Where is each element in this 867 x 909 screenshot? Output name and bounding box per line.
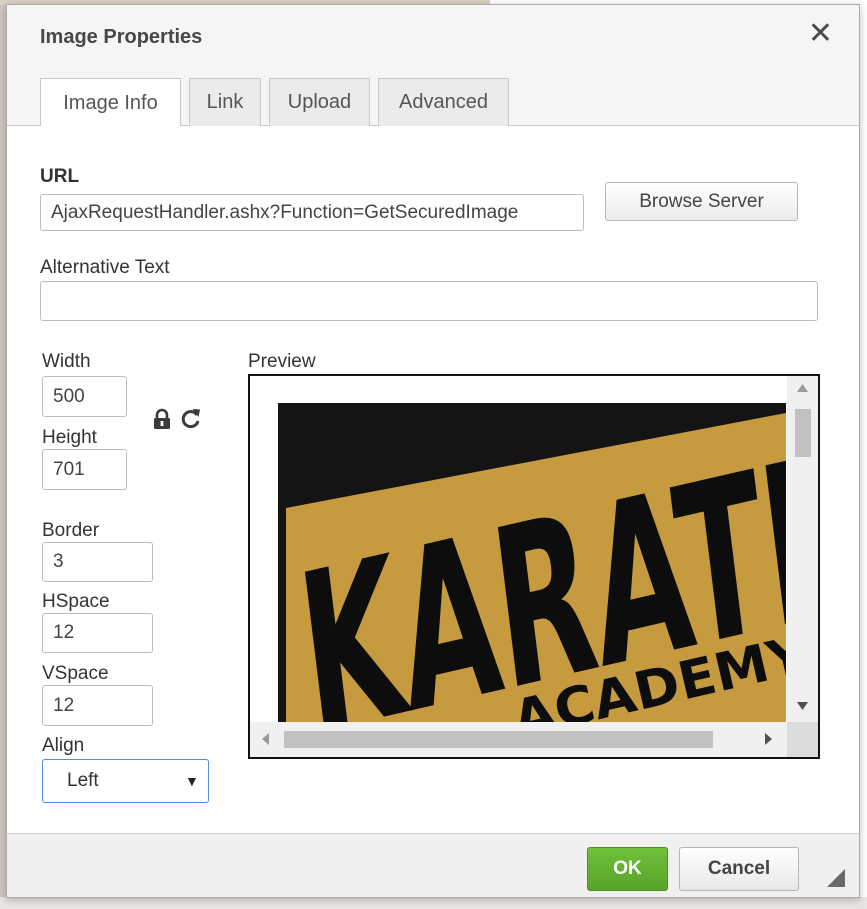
url-label: URL: [40, 166, 80, 187]
image-properties-dialog: Image Properties ✕ Image Info Link Uploa…: [6, 4, 860, 898]
close-icon[interactable]: ✕: [808, 19, 833, 49]
backdrop-bottom: [0, 897, 867, 909]
hspace-field[interactable]: 12: [42, 613, 153, 653]
tab-bar: Image Info Link Upload Advanced: [7, 68, 859, 127]
dialog-footer: OK Cancel: [7, 833, 859, 897]
lock-icon[interactable]: [152, 408, 172, 430]
align-select[interactable]: Left ▼: [42, 759, 209, 803]
tab-upload[interactable]: Upload: [269, 78, 370, 126]
url-field[interactable]: AjaxRequestHandler.ashx?Function=GetSecu…: [40, 194, 584, 231]
tab-advanced[interactable]: Advanced: [378, 78, 509, 126]
reset-size-icon[interactable]: [180, 406, 202, 430]
preview-vertical-scrollbar[interactable]: [787, 376, 818, 722]
align-select-value: Left: [67, 770, 99, 791]
chevron-down-icon: ▼: [185, 773, 199, 789]
tab-link[interactable]: Link: [189, 78, 261, 126]
cancel-button[interactable]: Cancel: [679, 847, 799, 891]
preview-frame[interactable]: KARATE ACADEMY: [248, 374, 820, 759]
scrollbar-corner: [787, 722, 818, 757]
image-info-panel: URL AjaxRequestHandler.ashx?Function=Get…: [7, 126, 859, 833]
resize-grip-icon[interactable]: [827, 869, 845, 887]
align-label: Align: [42, 735, 85, 756]
tab-image-info[interactable]: Image Info: [40, 78, 181, 127]
dialog-titlebar[interactable]: Image Properties ✕: [7, 5, 859, 68]
width-label: Width: [42, 351, 91, 372]
vspace-label: VSpace: [42, 663, 109, 684]
border-field[interactable]: 3: [42, 542, 153, 582]
dialog-title: Image Properties: [40, 26, 203, 48]
height-field[interactable]: 701: [42, 449, 127, 490]
hspace-label: HSpace: [42, 591, 110, 612]
width-field[interactable]: 500: [42, 376, 127, 417]
browse-server-button[interactable]: Browse Server: [605, 182, 798, 221]
alt-text-label: Alternative Text: [40, 257, 170, 278]
border-label: Border: [42, 520, 100, 541]
preview-horizontal-scrollbar[interactable]: [250, 722, 787, 757]
ok-button[interactable]: OK: [587, 847, 668, 891]
vspace-field[interactable]: 12: [42, 685, 153, 726]
preview-label: Preview: [248, 351, 316, 372]
preview-image: KARATE ACADEMY: [278, 403, 786, 723]
height-label: Height: [42, 427, 97, 448]
alt-text-field[interactable]: [40, 281, 818, 321]
